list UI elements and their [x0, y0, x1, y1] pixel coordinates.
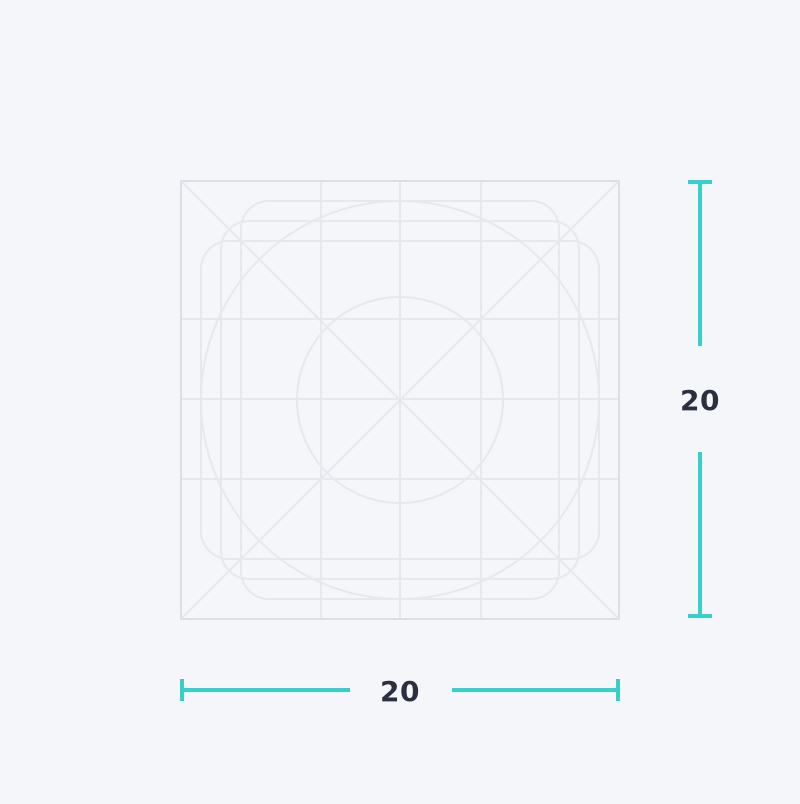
height-label: 20 [680, 384, 720, 417]
icon-grid-diagram: 20 20 [0, 0, 800, 800]
keyline-grid [180, 180, 620, 620]
width-label: 20 [380, 675, 420, 708]
